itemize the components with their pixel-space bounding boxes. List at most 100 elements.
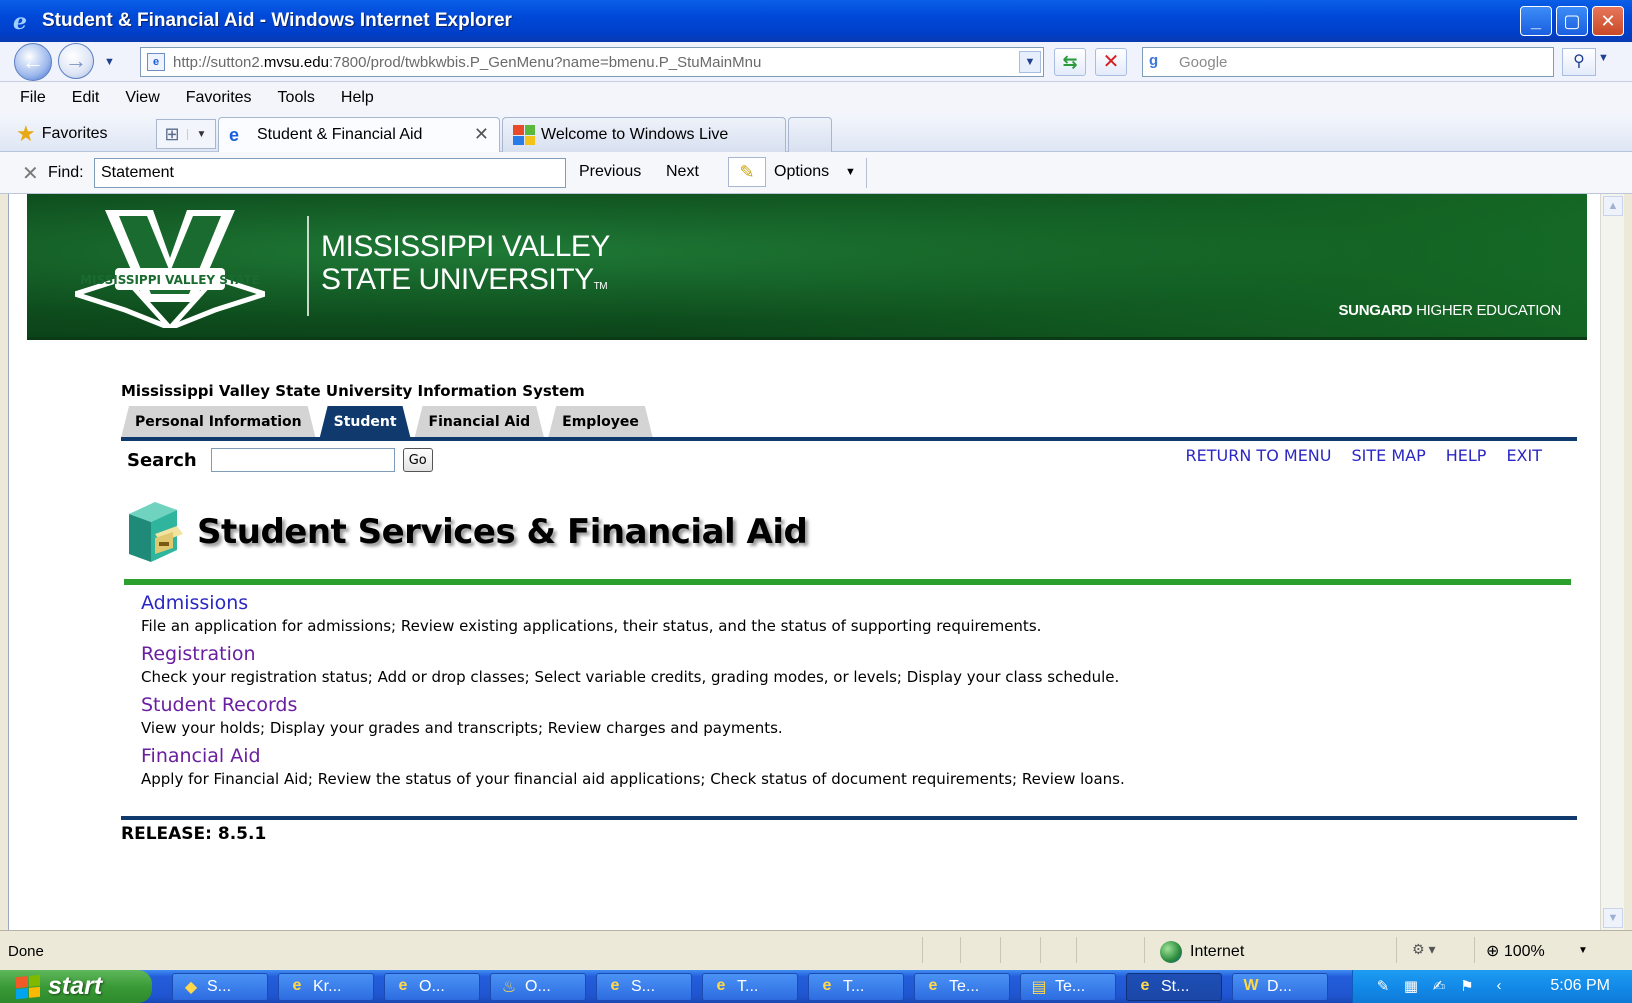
menu-help[interactable]: Help: [341, 89, 374, 107]
security-zone[interactable]: Internet: [1160, 941, 1244, 963]
taskbar-button-label: T...: [737, 978, 759, 995]
highlighter-icon: ✎: [739, 162, 755, 182]
menu-favorites[interactable]: Favorites: [186, 89, 252, 107]
find-previous-button[interactable]: Previous: [579, 163, 641, 181]
tab-financial-aid[interactable]: Financial Aid: [415, 406, 545, 438]
zoom-icon: ⊕: [1486, 943, 1500, 960]
tab-student[interactable]: Student: [320, 406, 411, 438]
tab-personal-information[interactable]: Personal Information: [121, 406, 316, 438]
site-search-input[interactable]: [210, 448, 395, 472]
back-button[interactable]: ←: [14, 43, 52, 81]
taskbar-button[interactable]: e T...: [702, 973, 798, 1001]
protected-mode-icon[interactable]: ⚙ ▾: [1412, 941, 1435, 958]
exit-link[interactable]: EXIT: [1506, 446, 1542, 465]
close-find-icon[interactable]: ✕: [22, 161, 39, 186]
find-next-button[interactable]: Next: [666, 163, 699, 181]
menu-tools[interactable]: Tools: [278, 89, 315, 107]
url-field[interactable]: e http://sutton2. mvsu.edu:7800/prod/twbk…: [140, 47, 1044, 77]
web-search-input[interactable]: g Google: [1142, 47, 1554, 77]
taskbar-button[interactable]: W D...: [1232, 973, 1328, 1001]
internet-explorer-icon: e: [928, 977, 938, 994]
network-icon[interactable]: ▦: [1401, 977, 1421, 997]
chevron-left-icon[interactable]: ‹: [1489, 977, 1509, 997]
taskbar-button[interactable]: e Kr...: [278, 973, 374, 1001]
registration-link[interactable]: Registration: [141, 641, 1561, 667]
system-tray: ✎ ▦ ✍ ⚑ ‹ 5:06 PM: [1352, 970, 1632, 1003]
pen-icon[interactable]: ✍: [1429, 977, 1449, 997]
menu-view[interactable]: View: [125, 89, 159, 107]
recent-pages-dropdown[interactable]: ▼: [104, 56, 115, 68]
url-prefix: http://sutton2.: [173, 53, 264, 71]
minimize-button[interactable]: _: [1520, 6, 1552, 36]
divider: [1000, 937, 1001, 963]
trademark: TM: [593, 281, 608, 292]
page-icon: e: [147, 53, 165, 71]
taskbar-button[interactable]: ◆ S...: [172, 973, 268, 1001]
go-button[interactable]: Go: [402, 448, 433, 472]
site-map-link[interactable]: SITE MAP: [1351, 446, 1425, 465]
close-tab-icon[interactable]: ✕: [474, 124, 489, 145]
admissions-link[interactable]: Admissions: [141, 590, 1561, 616]
tool-icon[interactable]: ✎: [1373, 977, 1393, 997]
taskbar-button[interactable]: e Te...: [914, 973, 1010, 1001]
find-input[interactable]: [94, 158, 566, 188]
list-item: Admissions File an application for admis…: [141, 590, 1561, 636]
student-records-link[interactable]: Student Records: [141, 692, 1561, 718]
vendor-logo: SUNGARD HIGHER EDUCATION: [1338, 302, 1561, 319]
find-options-button[interactable]: Options: [774, 163, 829, 181]
zoom-level[interactable]: ⊕ 100%: [1486, 941, 1545, 961]
menu-file[interactable]: File: [20, 89, 46, 107]
quick-tabs-button[interactable]: ⊞ ▼: [156, 119, 216, 149]
safely-remove-icon[interactable]: ⚑: [1457, 977, 1477, 997]
menu-item-description: View your holds; Display your grades and…: [141, 719, 783, 737]
url-suffix: :7800/prod/twbkwbis.P_GenMenu?name=bmenu…: [328, 53, 762, 71]
new-tab-button[interactable]: [788, 117, 832, 152]
scroll-down-button[interactable]: ▼: [1603, 908, 1623, 928]
internet-explorer-icon: e: [292, 977, 302, 994]
zoom-dropdown[interactable]: ▼: [1578, 945, 1588, 956]
vertical-scrollbar[interactable]: ▲ ▼: [1600, 194, 1624, 930]
tab-student-financial-aid[interactable]: e Student & Financial Aid ✕: [218, 117, 500, 152]
highlight-matches-button[interactable]: ✎: [728, 157, 766, 187]
search-placeholder: Google: [1179, 53, 1228, 71]
close-window-button[interactable]: ✕: [1592, 6, 1624, 36]
divider: [866, 158, 867, 188]
tab-employee[interactable]: Employee: [548, 406, 653, 438]
taskbar-button-label: Kr...: [313, 978, 342, 995]
tab-label: Student & Financial Aid: [257, 126, 423, 143]
stop-icon: ✕: [1102, 51, 1120, 73]
tab-windows-live[interactable]: Welcome to Windows Live: [502, 117, 786, 152]
app-icon: ♨: [501, 979, 517, 996]
stop-button[interactable]: ✕: [1095, 48, 1127, 76]
window-title-bar[interactable]: e Student & Financial Aid - Windows Inte…: [0, 0, 1632, 42]
taskbar-button-label: St...: [1161, 978, 1190, 995]
maximize-button[interactable]: ▢: [1556, 6, 1588, 36]
tab-list-dropdown[interactable]: ▼: [187, 128, 215, 140]
url-dropdown[interactable]: ▼: [1019, 51, 1041, 73]
internet-explorer-icon: e: [822, 977, 832, 994]
taskbar-button-label: S...: [631, 978, 656, 995]
start-button[interactable]: start: [0, 970, 152, 1003]
search-options-dropdown[interactable]: ▼: [1598, 52, 1609, 64]
taskbar-button[interactable]: e S...: [596, 973, 692, 1001]
refresh-button[interactable]: ⇆: [1054, 48, 1086, 76]
favorites-button[interactable]: ★ Favorites: [16, 121, 108, 147]
taskbar-button[interactable]: e T...: [808, 973, 904, 1001]
forward-button[interactable]: →: [58, 43, 94, 79]
divider: [1040, 937, 1041, 963]
taskbar-button-active[interactable]: e St...: [1126, 973, 1222, 1001]
return-to-menu-link[interactable]: RETURN TO MENU: [1186, 446, 1332, 465]
menu-item-description: Check your registration status; Add or d…: [141, 668, 1120, 686]
taskbar-button[interactable]: e O...: [384, 973, 480, 1001]
search-go-button[interactable]: ⚲: [1562, 48, 1596, 76]
menu-edit[interactable]: Edit: [72, 89, 100, 107]
financial-aid-link[interactable]: Financial Aid: [141, 743, 1561, 769]
scroll-up-button[interactable]: ▲: [1603, 196, 1623, 216]
url-domain: mvsu.edu: [263, 53, 329, 71]
taskbar-button[interactable]: ♨ O...: [490, 973, 586, 1001]
university-logo: MISSISSIPPI VALLEY STATE: [75, 210, 265, 328]
app-icon: ▤: [1031, 979, 1047, 996]
help-link[interactable]: HELP: [1446, 446, 1487, 465]
taskbar-button-label: Te...: [949, 978, 980, 995]
taskbar-button[interactable]: ▤ Te...: [1020, 973, 1116, 1001]
